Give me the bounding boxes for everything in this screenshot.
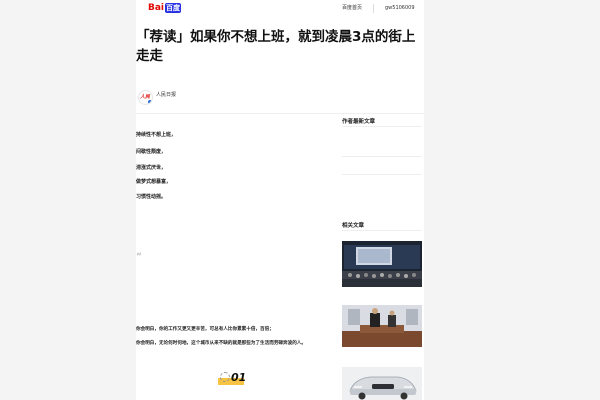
sidebar-divider bbox=[342, 174, 422, 175]
sidebar: 作者最新文章 相关文章 bbox=[342, 117, 424, 400]
user-name-link[interactable]: gw5106009 bbox=[385, 4, 415, 12]
section-number-icon bbox=[220, 372, 230, 382]
point-1: 持续性不想上班， bbox=[136, 132, 177, 138]
meeting-photo bbox=[342, 305, 422, 347]
sidebar-divider bbox=[342, 126, 422, 127]
point-2: 间歇性颓废， bbox=[136, 149, 167, 155]
point-5: 习惯性动摇。 bbox=[136, 194, 167, 200]
baidu-home-link[interactable]: 百度首页 bbox=[342, 4, 362, 12]
article-page: 「荐读」如果你不想上班，就到凌晨3点的街上走走 人民 人民日报 持续性不想上班，… bbox=[136, 17, 424, 400]
nav-divider bbox=[373, 4, 374, 13]
sidebar-divider bbox=[342, 156, 422, 157]
car-photo bbox=[342, 367, 422, 400]
sidebar-divider bbox=[342, 230, 422, 231]
bold-paragraph: 你会明白，你的工作又更又更辛苦，可总有人比你累累十倍，百倍； bbox=[136, 327, 274, 332]
section-number-badge: 01 bbox=[218, 371, 247, 385]
related-article-image[interactable] bbox=[342, 367, 422, 400]
conference-photo bbox=[342, 241, 422, 287]
author-avatar-logo: 人民 bbox=[140, 94, 151, 100]
author-avatar[interactable]: 人民 bbox=[138, 90, 153, 105]
author-name[interactable]: 人民日报 bbox=[156, 91, 176, 98]
article-title: 「荐读」如果你不想上班，就到凌晨3点的街上走走 bbox=[136, 29, 416, 64]
related-article-image[interactable] bbox=[342, 305, 422, 347]
baidu-logo[interactable]: Bai 百度 bbox=[148, 3, 182, 14]
related-article-image[interactable] bbox=[342, 241, 422, 287]
quote-mark-icon: “ bbox=[136, 252, 142, 262]
author-articles-title: 作者最新文章 bbox=[342, 119, 376, 125]
article-body: 持续性不想上班， 间歇性颓废， 滞涨式厌世， 做梦式想暴富， 习惯性动摇。 “ … bbox=[136, 117, 336, 400]
section-number: 01 bbox=[231, 371, 247, 384]
point-3: 滞涨式厌世， bbox=[136, 165, 167, 171]
bold-paragraph: 你会明白，无论何时何地，这个城市从来不缺的就是那些为了生活而劳碌奔波的人。 bbox=[136, 341, 306, 346]
related-articles-title: 相关文章 bbox=[342, 223, 365, 229]
point-4: 做梦式想暴富， bbox=[136, 179, 172, 185]
top-navigation-bar: Bai 百度 百度首页 gw5106009 bbox=[136, 0, 424, 18]
header-divider bbox=[136, 113, 424, 114]
baidu-logo-text: Bai bbox=[148, 3, 165, 13]
verified-badge-icon bbox=[148, 100, 152, 104]
paw-icon: 百度 bbox=[165, 3, 182, 13]
